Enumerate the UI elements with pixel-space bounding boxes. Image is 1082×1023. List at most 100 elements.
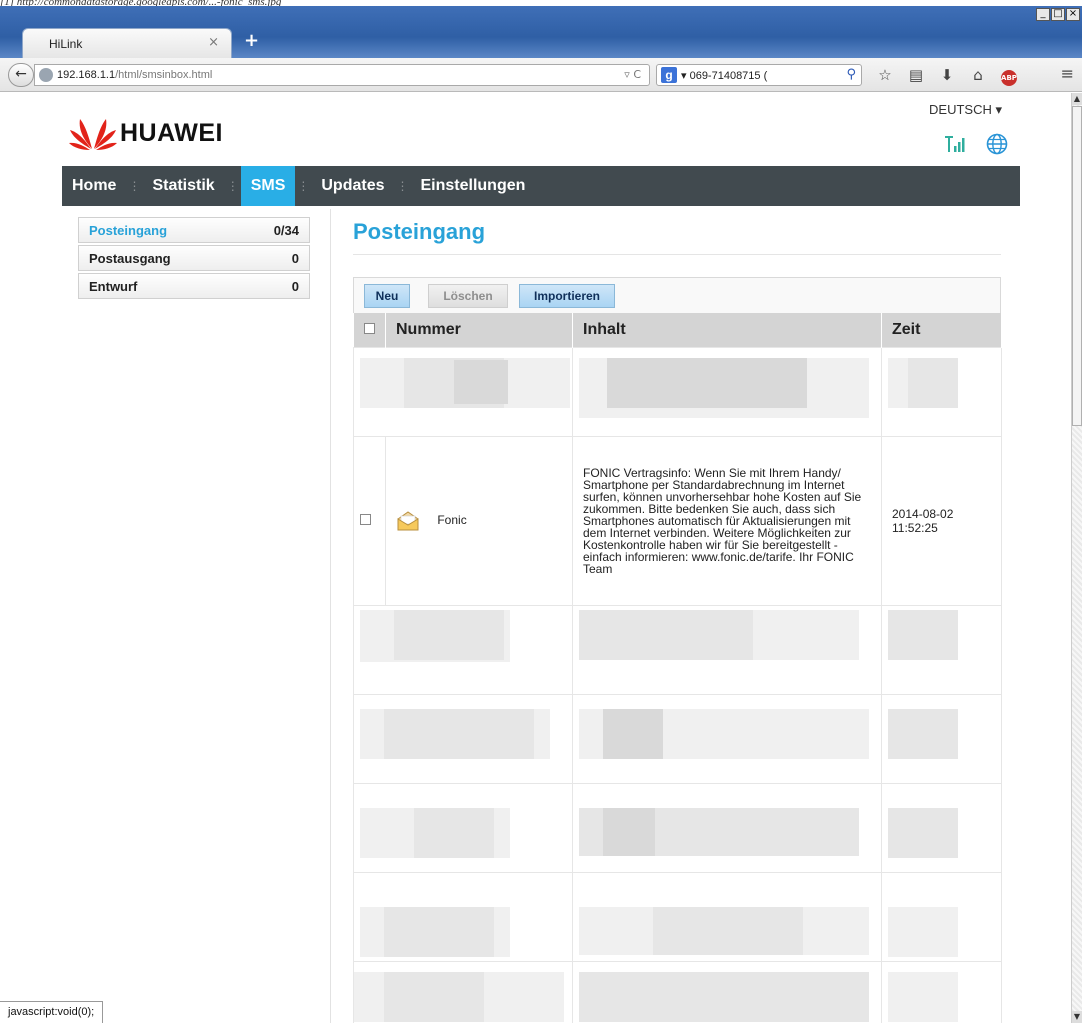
redacted-block: [573, 873, 881, 961]
table-row-redacted[interactable]: [353, 346, 1002, 437]
bookmark-star-icon[interactable]: ☆: [872, 64, 898, 86]
column-header-content[interactable]: Inhalt: [572, 313, 882, 347]
redacted-block: [607, 357, 807, 408]
browser-tab[interactable]: HiLink ×: [22, 28, 232, 58]
sidebar-item-count: 0: [291, 278, 299, 294]
redacted-block: [384, 708, 534, 759]
window-controls: _ □ ×: [1035, 8, 1080, 21]
redacted-block: [603, 807, 655, 856]
sidebar-item-count: 0/34: [273, 222, 299, 238]
redacted-block: [882, 962, 1001, 1023]
table-row-redacted[interactable]: [353, 960, 1002, 1023]
table-row-redacted[interactable]: [353, 871, 1002, 962]
new-tab-button[interactable]: +: [244, 30, 264, 51]
column-header-time[interactable]: Zeit: [881, 313, 1002, 347]
redacted-cell: [353, 693, 573, 784]
downloads-icon[interactable]: ⬇: [934, 64, 960, 86]
table-row-redacted[interactable]: [353, 693, 1002, 784]
url-path: /html/smsinbox.html: [115, 69, 213, 81]
envelope-icon: [397, 510, 419, 530]
home-icon[interactable]: ⌂: [965, 64, 991, 86]
nav-sms[interactable]: SMS: [240, 166, 296, 206]
bookmarks-list-icon[interactable]: ▤: [903, 64, 929, 86]
scroll-thumb[interactable]: [1072, 106, 1082, 426]
redacted-block: [354, 784, 572, 872]
redacted-cell: [572, 693, 882, 784]
close-window-button[interactable]: ×: [1066, 8, 1080, 21]
search-icon[interactable]: ⚲: [846, 67, 856, 82]
brand-name: HUAWEI: [120, 119, 223, 147]
vertical-scrollbar[interactable]: ▲ ▼: [1071, 93, 1082, 1023]
table-row-redacted[interactable]: [353, 782, 1002, 873]
column-header-number[interactable]: Nummer: [385, 313, 573, 347]
nav-home[interactable]: Home: [62, 166, 126, 206]
import-button[interactable]: Importieren: [519, 284, 615, 308]
table-row[interactable]: Fonic FONIC Vertragsinfo: Wenn Sie mit I…: [353, 435, 1002, 606]
tab-title: HiLink: [49, 37, 83, 51]
maximize-button[interactable]: □: [1051, 8, 1065, 21]
sidebar-item-label: Posteingang: [89, 222, 168, 238]
url-text[interactable]: 192.168.1.1/html/smsinbox.html: [57, 69, 212, 81]
menu-icon[interactable]: ≡: [1061, 64, 1074, 83]
site-identity-icon[interactable]: [39, 68, 53, 82]
select-all-checkbox[interactable]: [363, 322, 375, 334]
search-bar[interactable]: g ▾ 069-71408715 ( ⚲: [656, 64, 862, 86]
search-value: 069-71408715 (: [689, 70, 768, 82]
sidebar-item-label: Postausgang: [89, 250, 171, 266]
redacted-cell: [572, 604, 882, 695]
scroll-down-icon[interactable]: ▼: [1072, 1011, 1082, 1023]
delete-button[interactable]: Löschen: [428, 284, 508, 308]
status-bar: javascript:void(0);: [0, 1001, 104, 1023]
sidebar-item-postausgang[interactable]: Postausgang 0: [78, 245, 310, 271]
sidebar-item-entwurf[interactable]: Entwurf 0: [78, 273, 310, 299]
language-select[interactable]: DEUTSCH ▾: [929, 102, 1002, 118]
redacted-cell: [881, 346, 1002, 437]
redacted-block: [354, 606, 572, 694]
redacted-block: [384, 906, 494, 957]
redacted-block: [354, 695, 572, 783]
sms-sidebar: Posteingang 0/34 Postausgang 0 Entwurf 0: [78, 217, 310, 301]
redacted-block: [882, 784, 1001, 872]
scroll-up-icon[interactable]: ▲: [1072, 93, 1082, 105]
adblock-icon[interactable]: ABP: [996, 64, 1022, 86]
redacted-cell: [881, 693, 1002, 784]
select-all-cell: [353, 313, 386, 347]
page-title: Posteingang: [353, 219, 1001, 255]
table-row-redacted[interactable]: [353, 604, 1002, 695]
redacted-cell: [353, 346, 573, 437]
table-header-row: Nummer Inhalt Zeit: [353, 313, 1002, 347]
sender-cell: Fonic: [385, 435, 573, 606]
redacted-block: [888, 906, 958, 957]
search-dropdown-icon: ▾: [681, 70, 690, 82]
redacted-cell: [353, 782, 573, 873]
sidebar-item-posteingang[interactable]: Posteingang 0/34: [78, 217, 310, 243]
browser-titlebar: _ □ × HiLink × +: [0, 6, 1082, 58]
redacted-block: [753, 609, 859, 660]
redacted-block: [573, 348, 881, 436]
search-input[interactable]: ▾ 069-71408715 (: [681, 69, 767, 82]
new-message-button[interactable]: Neu: [364, 284, 410, 308]
minimize-button[interactable]: _: [1036, 8, 1050, 21]
column-divider: [330, 209, 331, 1023]
redacted-block: [354, 962, 572, 1023]
nav-statistik[interactable]: Statistik: [142, 166, 224, 206]
inbox-toolbar: Neu Löschen Importieren: [353, 277, 1001, 313]
back-button[interactable]: ←: [8, 63, 34, 87]
redacted-cell: [353, 604, 573, 695]
globe-icon[interactable]: [986, 133, 1008, 155]
redacted-block: [882, 606, 1001, 694]
nav-updates[interactable]: Updates: [311, 166, 394, 206]
message-content: FONIC Vertragsinfo: Wenn Sie mit Ihrem H…: [583, 465, 862, 576]
url-bar[interactable]: 192.168.1.1/html/smsinbox.html ▿ C: [34, 64, 650, 86]
sidebar-item-label: Entwurf: [89, 278, 138, 294]
redacted-block: [888, 708, 958, 759]
search-engine-icon[interactable]: g: [661, 67, 677, 83]
time-cell: 2014-08-02 11:52:25: [881, 435, 1002, 606]
huawei-logo: [69, 119, 117, 150]
reload-icon[interactable]: ▿ C: [624, 68, 641, 81]
tab-close-icon[interactable]: ×: [208, 35, 219, 50]
url-host: 192.168.1.1: [57, 69, 116, 81]
nav-einstellungen[interactable]: Einstellungen: [411, 166, 536, 206]
redacted-block: [573, 784, 881, 872]
row-checkbox[interactable]: [360, 513, 371, 525]
